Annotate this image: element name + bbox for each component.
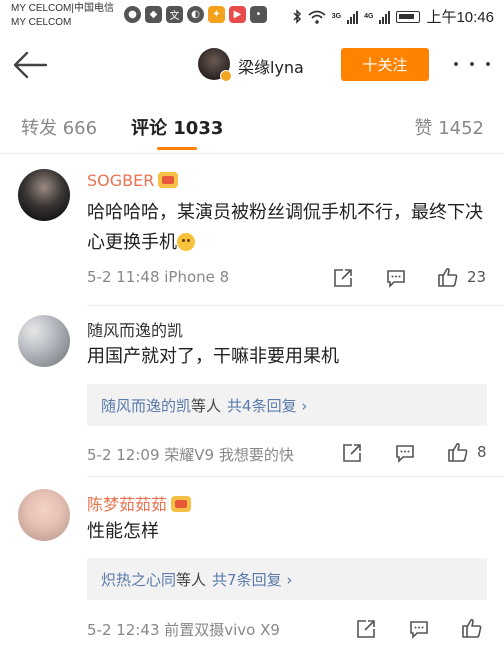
comment-text: 性能怎样 <box>87 521 159 542</box>
top-bar: 梁缘lyna 十关注 <box>0 34 504 96</box>
thumbs-up-icon <box>438 267 458 287</box>
battery-icon <box>396 10 421 23</box>
share-icon <box>343 444 361 462</box>
reply-button[interactable] <box>409 617 429 641</box>
reply-preview[interactable]: 炽热之心同 等人 共7条回复 › <box>87 558 487 600</box>
share-button[interactable] <box>342 441 362 465</box>
reply-preview[interactable]: 随风而逸的凯 等人 共4条回复 › <box>87 384 487 426</box>
follow-button[interactable]: 十关注 <box>341 48 429 81</box>
reply-people: 等人 <box>191 396 222 415</box>
thumbs-up-icon <box>448 442 468 462</box>
commenter-avatar[interactable] <box>18 169 70 221</box>
text-icon: 文 <box>166 6 183 23</box>
share-icon <box>357 620 375 638</box>
network-label-4g: 4G <box>364 13 374 20</box>
like-count: 23 <box>467 268 487 286</box>
comment-item: SOGBER 哈哈哈哈，某演员被粉丝调侃手机不行，最终下决心更换手机 5-2 1… <box>0 155 504 305</box>
comment-item: 随风而逸的凯 用国产就对了，干嘛非要用果机 随风而逸的凯 等人 共4条回复 › … <box>0 306 504 476</box>
thumbs-up-icon <box>462 618 482 638</box>
reply-button[interactable] <box>386 266 406 290</box>
comment-icon <box>396 445 414 463</box>
clock: 上午10:46 <box>426 9 494 26</box>
back-arrow-icon <box>13 51 48 79</box>
signal-icon-2 <box>379 10 391 24</box>
comment-item: 陈梦茹茹茹 性能怎样 炽热之心同 等人 共7条回复 › 5-2 12:43 前置… <box>0 477 504 650</box>
comment-meta: 5-2 12:09 荣耀V9 我想要的快 <box>87 446 294 464</box>
comment-meta: 5-2 12:43 前置双摄vivo X9 <box>87 621 280 639</box>
comment-meta: 5-2 11:48 iPhone 8 <box>87 268 230 286</box>
comment-text: 用国产就对了，干嘛非要用果机 <box>87 346 339 367</box>
back-button[interactable] <box>12 50 48 80</box>
doge-emoji-icon <box>177 233 195 251</box>
share-button[interactable] <box>333 266 353 290</box>
tab-repost[interactable]: 转发 666 <box>21 114 97 140</box>
network-label-3g: 3G <box>331 13 342 20</box>
author-avatar[interactable] <box>198 48 232 82</box>
status-bar: MY CELCOM|中国电信 MY CELCOM ● ◆ 文 ◐ ✦ ▶ • 3… <box>0 0 504 34</box>
commenter-name[interactable]: 随风而逸的凯 <box>87 317 183 341</box>
reply-count: 共7条回复 › <box>212 570 293 589</box>
vip-badge-icon <box>158 172 179 188</box>
status-right: 3G 4G 上午10:46 <box>292 6 494 27</box>
reply-user: 随风而逸的凯 <box>101 396 192 415</box>
chat-icon: ● <box>124 6 141 23</box>
reply-button[interactable] <box>395 441 415 465</box>
comment-text: 哈哈哈哈，某演员被粉丝调侃手机不行，最终下决心更换手机 <box>87 202 483 253</box>
tab-like[interactable]: 赞 1452 <box>414 114 484 140</box>
reply-count: 共4条回复 › <box>227 396 308 415</box>
like-count: 8 <box>477 443 487 461</box>
video-icon: ▶ <box>229 6 246 23</box>
share-button[interactable] <box>356 617 376 641</box>
dot-icon <box>470 62 474 66</box>
comment-icon <box>410 621 428 639</box>
reply-user: 炽热之心同 <box>101 570 177 589</box>
more-options-button[interactable] <box>454 54 490 74</box>
comment-icon <box>387 270 405 288</box>
carrier-line-1: MY CELCOM|中国电信 <box>11 3 114 14</box>
active-tab-indicator <box>157 147 197 150</box>
commenter-avatar[interactable] <box>18 315 70 367</box>
verified-badge-icon <box>220 70 232 82</box>
like-button[interactable] <box>461 616 483 640</box>
vip-badge-icon <box>171 496 192 512</box>
bluetooth-icon <box>293 9 301 24</box>
dot-icon <box>486 62 490 66</box>
gallery-icon: ◐ <box>187 6 204 23</box>
like-button[interactable]: 8 <box>447 440 487 464</box>
commenter-avatar[interactable] <box>18 489 70 541</box>
shield-icon: ◆ <box>145 6 162 23</box>
share-icon <box>334 269 352 287</box>
commenter-name[interactable]: SOGBER <box>87 171 179 190</box>
commenter-name[interactable]: 陈梦茹茹茹 <box>87 491 192 515</box>
dot-icon <box>454 62 458 66</box>
reply-people: 等人 <box>176 570 207 589</box>
weibo-icon: ✦ <box>208 6 225 23</box>
notification-icons: ● ◆ 文 ◐ ✦ ▶ • <box>124 6 267 23</box>
carrier-line-2: MY CELCOM <box>11 17 72 28</box>
tab-bar: 转发 666 评论 1033 赞 1452 <box>0 96 504 154</box>
signal-icon-1 <box>347 10 359 24</box>
author-name[interactable]: 梁缘lyna <box>238 54 304 78</box>
like-button[interactable]: 23 <box>437 265 486 289</box>
more-notifications-icon: • <box>250 6 267 23</box>
wifi-icon <box>308 10 326 24</box>
